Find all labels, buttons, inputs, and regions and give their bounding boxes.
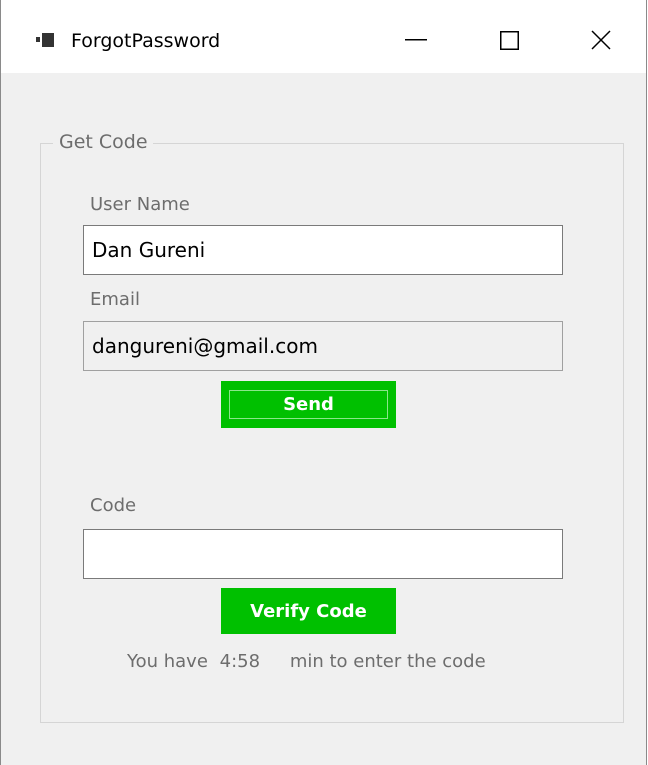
maximize-button[interactable] (479, 18, 539, 62)
code-label: Code (90, 495, 137, 516)
timer-prefix: You have (127, 651, 208, 672)
timer-value: 4:58 (219, 651, 261, 672)
forgot-password-window: ForgotPassword Get Code User Name Email … (0, 0, 647, 765)
close-button[interactable] (571, 18, 631, 62)
title-bar[interactable]: ForgotPassword (1, 0, 646, 73)
send-button-label: Send (283, 394, 334, 415)
app-icon (36, 33, 54, 47)
close-icon (591, 30, 611, 50)
code-input[interactable] (83, 529, 563, 579)
send-button[interactable]: Send (221, 381, 396, 428)
username-input[interactable] (83, 225, 563, 275)
username-label: User Name (90, 194, 190, 215)
verify-code-button-label: Verify Code (250, 600, 367, 622)
maximize-icon (499, 30, 519, 50)
email-input[interactable] (83, 321, 563, 371)
groupbox-label: Get Code (53, 130, 153, 154)
email-label: Email (90, 289, 140, 310)
window-title: ForgotPassword (71, 30, 221, 52)
minimize-button[interactable] (386, 18, 446, 62)
timer-suffix: min to enter the code (289, 651, 486, 672)
timer-message: You have 4:58 min to enter the code (127, 650, 486, 674)
minimize-icon (405, 39, 427, 41)
verify-code-button[interactable]: Verify Code (221, 588, 396, 634)
